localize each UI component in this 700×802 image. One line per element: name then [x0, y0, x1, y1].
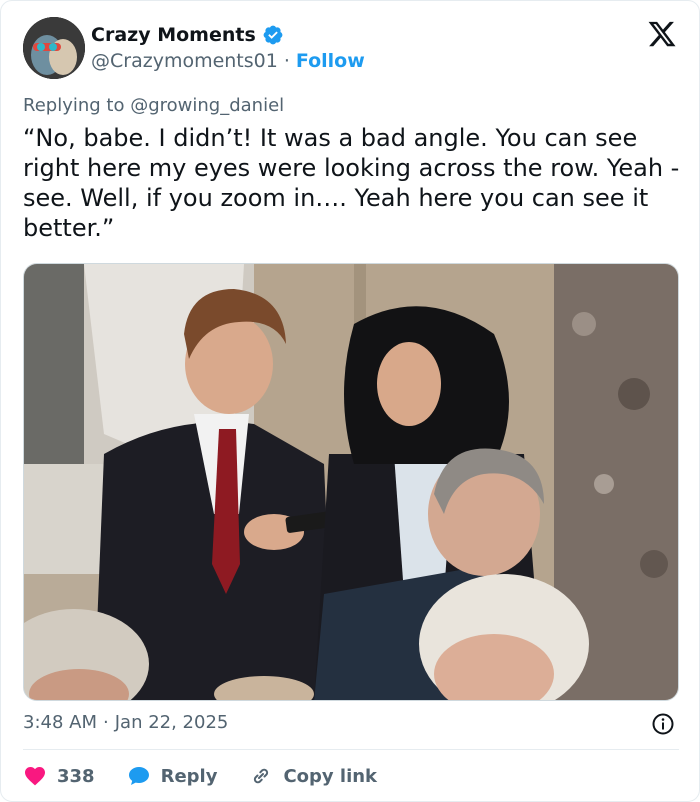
- meta-separator: ·: [103, 712, 109, 733]
- tweet-photo[interactable]: [23, 263, 679, 701]
- avatar-image: [23, 17, 85, 79]
- follow-button[interactable]: Follow: [296, 49, 365, 73]
- heart-icon: [25, 767, 45, 786]
- author-name-row: Crazy Moments: [91, 23, 284, 47]
- reply-button[interactable]: Reply: [127, 764, 218, 788]
- tweet-date[interactable]: Jan 22, 2025: [115, 711, 229, 735]
- replying-to: Replying to @growing_daniel: [23, 95, 284, 117]
- link-icon: [254, 768, 269, 784]
- reply-label: Reply: [160, 765, 218, 787]
- avatar[interactable]: [23, 17, 85, 79]
- photo-image: [24, 264, 678, 700]
- tweet-time[interactable]: 3:48 AM: [23, 711, 97, 735]
- replying-to-mention[interactable]: @growing_daniel: [130, 95, 284, 116]
- handle-separator: ·: [283, 50, 290, 72]
- x-logo-icon[interactable]: [647, 19, 677, 49]
- action-bar: 338 Reply Copy link: [23, 763, 409, 789]
- author-display-name[interactable]: Crazy Moments: [91, 23, 256, 47]
- author-handle[interactable]: @Crazymoments01: [91, 49, 278, 73]
- tweet-meta: 3:48 AM · Jan 22, 2025: [23, 711, 228, 735]
- likes-count: 338: [57, 765, 95, 787]
- author-handle-row: @Crazymoments01 · Follow: [91, 49, 365, 73]
- like-button[interactable]: 338: [23, 764, 95, 788]
- verified-badge-icon: [263, 25, 283, 45]
- speech-bubble-icon: [128, 767, 149, 785]
- copy-link-label: Copy link: [283, 765, 378, 787]
- tweet-card: Crazy Moments @Crazymoments01 · Follow R…: [0, 0, 700, 802]
- copy-link-button[interactable]: Copy link: [249, 764, 377, 788]
- divider: [23, 749, 679, 750]
- replying-to-prefix: Replying to: [23, 95, 125, 116]
- tweet-text: “No, babe. I didn’t! It was a bad angle.…: [23, 124, 687, 242]
- info-icon[interactable]: [651, 712, 675, 736]
